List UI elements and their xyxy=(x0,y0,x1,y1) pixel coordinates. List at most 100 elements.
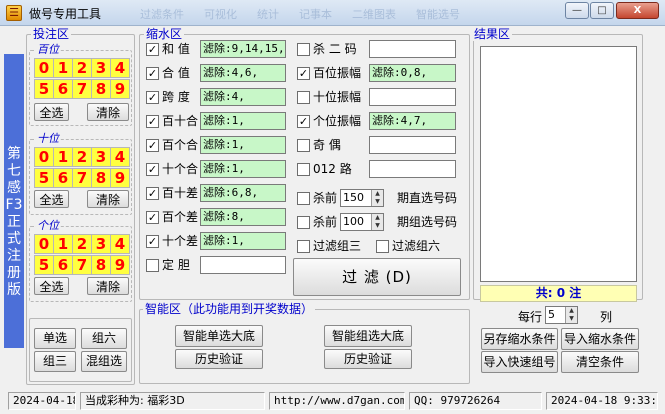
digit-cell[interactable]: 4 xyxy=(110,234,130,254)
digit-cell[interactable]: 2 xyxy=(72,58,92,78)
spin-up-icon[interactable]: ▲ xyxy=(371,190,383,198)
digit-cell[interactable]: 9 xyxy=(110,79,130,99)
tab-faded[interactable]: 过滤条件 xyxy=(140,6,184,21)
filter-checkbox[interactable]: ✓ xyxy=(146,163,159,176)
clear-conditions-button[interactable]: 清空条件 xyxy=(561,351,639,373)
filter-value-field[interactable]: 滤除:1, xyxy=(200,160,286,178)
filter-value-field[interactable] xyxy=(200,256,286,274)
spin-down-icon[interactable]: ▼ xyxy=(371,222,383,230)
digit-cell[interactable]: 5 xyxy=(34,79,54,99)
units-select-all-button[interactable]: 全选 xyxy=(34,277,69,295)
filter-checkbox[interactable]: ✓ xyxy=(146,115,159,128)
tab-faded[interactable]: 二维图表 xyxy=(352,6,396,21)
per-row-spinner[interactable]: 5 ▲ ▼ xyxy=(545,306,578,324)
group6-button[interactable]: 组六 xyxy=(81,328,127,349)
smart-single-button[interactable]: 智能单选大底 xyxy=(175,325,263,347)
kill-direct-spinner[interactable]: 150 ▲ ▼ xyxy=(340,189,384,207)
digit-cell[interactable]: 8 xyxy=(91,168,111,188)
filter-value-field[interactable]: 滤除:1, xyxy=(200,136,286,154)
filter-value-field[interactable]: 滤除:1, xyxy=(200,112,286,130)
digit-cell[interactable]: 1 xyxy=(53,147,73,167)
filter-value-field[interactable]: 滤除:4, xyxy=(200,88,286,106)
digit-cell[interactable]: 6 xyxy=(53,255,73,275)
kill-group-checkbox[interactable] xyxy=(297,216,310,229)
spin-down-icon[interactable]: ▼ xyxy=(371,198,383,206)
digit-cell[interactable]: 4 xyxy=(110,58,130,78)
digit-cell[interactable]: 5 xyxy=(34,255,54,275)
group3-button[interactable]: 组三 xyxy=(34,351,76,372)
digit-cell[interactable]: 9 xyxy=(110,168,130,188)
maximize-button[interactable]: □ xyxy=(590,2,614,19)
digit-cell[interactable]: 5 xyxy=(34,168,54,188)
filter-value-field[interactable]: 滤除:9,14,15, xyxy=(200,40,286,58)
filter-checkbox[interactable]: ✓ xyxy=(146,187,159,200)
digit-cell[interactable]: 4 xyxy=(110,147,130,167)
filter-group3-checkbox[interactable] xyxy=(297,240,310,253)
hundreds-select-all-button[interactable]: 全选 xyxy=(34,103,69,121)
digit-cell[interactable]: 7 xyxy=(72,79,92,99)
filter-group6-checkbox[interactable] xyxy=(376,240,389,253)
filter-checkbox[interactable]: ✓ xyxy=(146,67,159,80)
filter-value-field[interactable] xyxy=(369,40,456,58)
digit-cell[interactable]: 6 xyxy=(53,79,73,99)
digit-cell[interactable]: 0 xyxy=(34,147,54,167)
filter-value-field[interactable]: 滤除:1, xyxy=(200,232,286,250)
filter-checkbox[interactable]: ✓ xyxy=(146,91,159,104)
filter-checkbox[interactable]: ✓ xyxy=(146,235,159,248)
tab-faded[interactable]: 统计 xyxy=(257,6,279,21)
digit-cell[interactable]: 9 xyxy=(110,255,130,275)
digit-cell[interactable]: 2 xyxy=(72,234,92,254)
digit-cell[interactable]: 7 xyxy=(72,255,92,275)
tens-select-all-button[interactable]: 全选 xyxy=(34,190,69,208)
digit-cell[interactable]: 8 xyxy=(91,255,111,275)
filter-value-field[interactable]: 滤除:0,8, xyxy=(369,64,456,82)
filter-button[interactable]: 过 滤 (D) xyxy=(293,258,461,296)
filter-checkbox[interactable]: ✓ xyxy=(146,211,159,224)
tab-faded[interactable]: 可视化 xyxy=(204,6,237,21)
filter-value-field[interactable]: 滤除:8, xyxy=(200,208,286,226)
smart-group-button[interactable]: 智能组选大底 xyxy=(324,325,412,347)
digit-cell[interactable]: 1 xyxy=(53,234,73,254)
filter-checkbox[interactable]: ✓ xyxy=(297,67,310,80)
spin-up-icon[interactable]: ▲ xyxy=(371,214,383,222)
digit-cell[interactable]: 7 xyxy=(72,168,92,188)
filter-checkbox[interactable]: ✓ xyxy=(146,43,159,56)
digit-cell[interactable]: 3 xyxy=(91,147,111,167)
filter-value-field[interactable]: 滤除:6,8, xyxy=(200,184,286,202)
kill-direct-checkbox[interactable] xyxy=(297,192,310,205)
smart-group-verify-button[interactable]: 历史验证 xyxy=(324,349,412,369)
filter-value-field[interactable]: 滤除:4,7, xyxy=(369,112,456,130)
digit-cell[interactable]: 0 xyxy=(34,234,54,254)
filter-checkbox[interactable] xyxy=(297,43,310,56)
filter-checkbox[interactable] xyxy=(297,163,310,176)
result-listbox[interactable] xyxy=(480,46,637,282)
single-select-button[interactable]: 单选 xyxy=(34,328,76,349)
filter-value-field[interactable] xyxy=(369,160,456,178)
filter-value-field[interactable] xyxy=(369,136,456,154)
import-quick-button[interactable]: 导入快速组号 xyxy=(481,351,558,373)
units-clear-button[interactable]: 清除 xyxy=(87,277,129,295)
minimize-button[interactable]: — xyxy=(565,2,589,19)
digit-cell[interactable]: 3 xyxy=(91,234,111,254)
spin-down-icon[interactable]: ▼ xyxy=(565,315,577,323)
digit-cell[interactable]: 0 xyxy=(34,58,54,78)
filter-checkbox[interactable]: ✓ xyxy=(146,139,159,152)
close-button[interactable]: X xyxy=(616,2,659,19)
spin-up-icon[interactable]: ▲ xyxy=(565,307,577,315)
digit-cell[interactable]: 6 xyxy=(53,168,73,188)
digit-cell[interactable]: 8 xyxy=(91,79,111,99)
filter-checkbox[interactable]: ✓ xyxy=(297,115,310,128)
tab-faded[interactable]: 智能选号 xyxy=(416,6,460,21)
hundreds-clear-button[interactable]: 清除 xyxy=(87,103,129,121)
digit-cell[interactable]: 1 xyxy=(53,58,73,78)
filter-checkbox[interactable] xyxy=(146,259,159,272)
import-filter-button[interactable]: 导入缩水条件 xyxy=(561,328,639,350)
filter-value-field[interactable]: 滤除:4,6, xyxy=(200,64,286,82)
smart-single-verify-button[interactable]: 历史验证 xyxy=(175,349,263,369)
tens-clear-button[interactable]: 清除 xyxy=(87,190,129,208)
digit-cell[interactable]: 3 xyxy=(91,58,111,78)
filter-value-field[interactable] xyxy=(369,88,456,106)
kill-group-spinner[interactable]: 100 ▲ ▼ xyxy=(340,213,384,231)
tab-faded[interactable]: 记事本 xyxy=(299,6,332,21)
filter-checkbox[interactable] xyxy=(297,139,310,152)
